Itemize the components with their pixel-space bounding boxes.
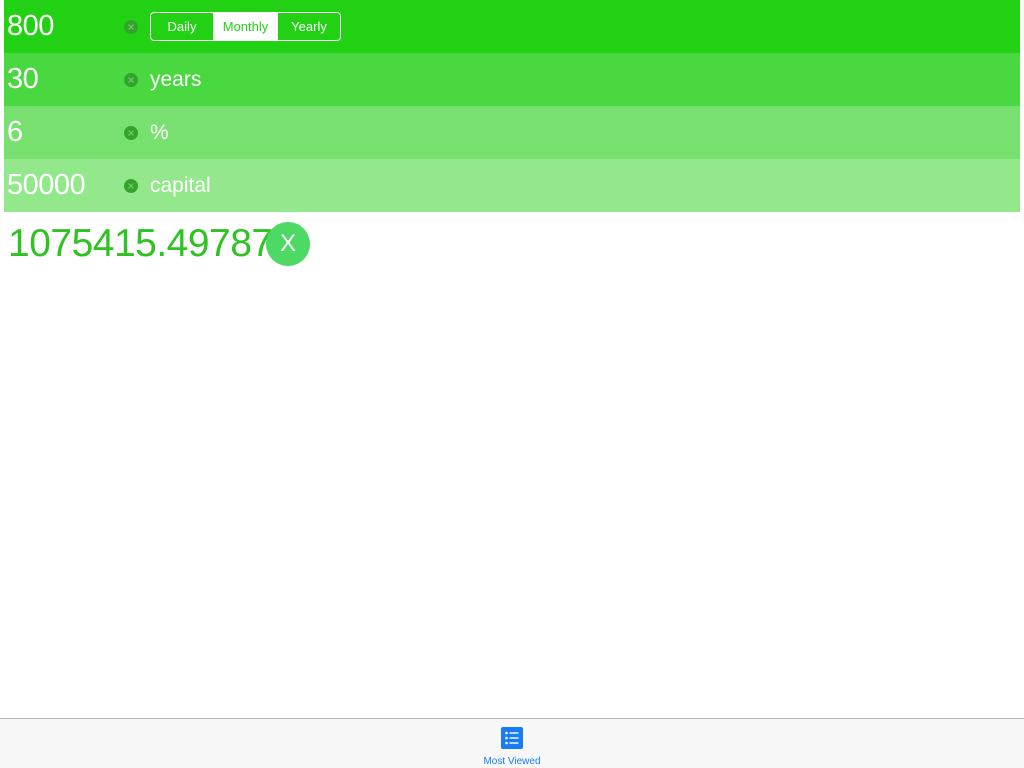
capital-input[interactable]: 50000 bbox=[7, 159, 86, 212]
reset-button[interactable]: X bbox=[266, 222, 310, 266]
amount-row: 800 Daily Monthly Yearly bbox=[4, 0, 1020, 53]
input-rows: 800 Daily Monthly Yearly 30 years 6 % 50… bbox=[4, 0, 1020, 212]
segment-yearly[interactable]: Yearly bbox=[277, 13, 340, 40]
amount-input[interactable]: 800 bbox=[7, 0, 54, 53]
capital-unit-label: capital bbox=[150, 174, 211, 197]
app-window: 800 Daily Monthly Yearly 30 years 6 % 50… bbox=[0, 0, 1024, 768]
tab-most-viewed[interactable]: Most Viewed bbox=[470, 719, 554, 768]
rate-input[interactable]: 6 bbox=[7, 106, 23, 159]
segment-monthly[interactable]: Monthly bbox=[213, 13, 277, 40]
years-row: 30 years bbox=[4, 53, 1020, 106]
years-unit-label: years bbox=[150, 68, 202, 91]
tab-label: Most Viewed bbox=[483, 756, 541, 767]
rate-row: 6 % bbox=[4, 106, 1020, 159]
segment-daily[interactable]: Daily bbox=[151, 13, 213, 40]
circle-x-icon[interactable] bbox=[124, 20, 138, 34]
list-icon bbox=[501, 727, 523, 749]
circle-x-icon[interactable] bbox=[124, 126, 138, 140]
period-segmented-control[interactable]: Daily Monthly Yearly bbox=[150, 12, 341, 41]
years-input[interactable]: 30 bbox=[7, 53, 39, 106]
result-value: 1075415.49787 bbox=[8, 222, 273, 265]
tab-bar: Most Viewed bbox=[0, 718, 1024, 768]
circle-x-icon[interactable] bbox=[124, 179, 138, 193]
rate-unit-label: % bbox=[150, 121, 169, 144]
capital-row: 50000 capital bbox=[4, 159, 1020, 212]
circle-x-icon[interactable] bbox=[124, 73, 138, 87]
